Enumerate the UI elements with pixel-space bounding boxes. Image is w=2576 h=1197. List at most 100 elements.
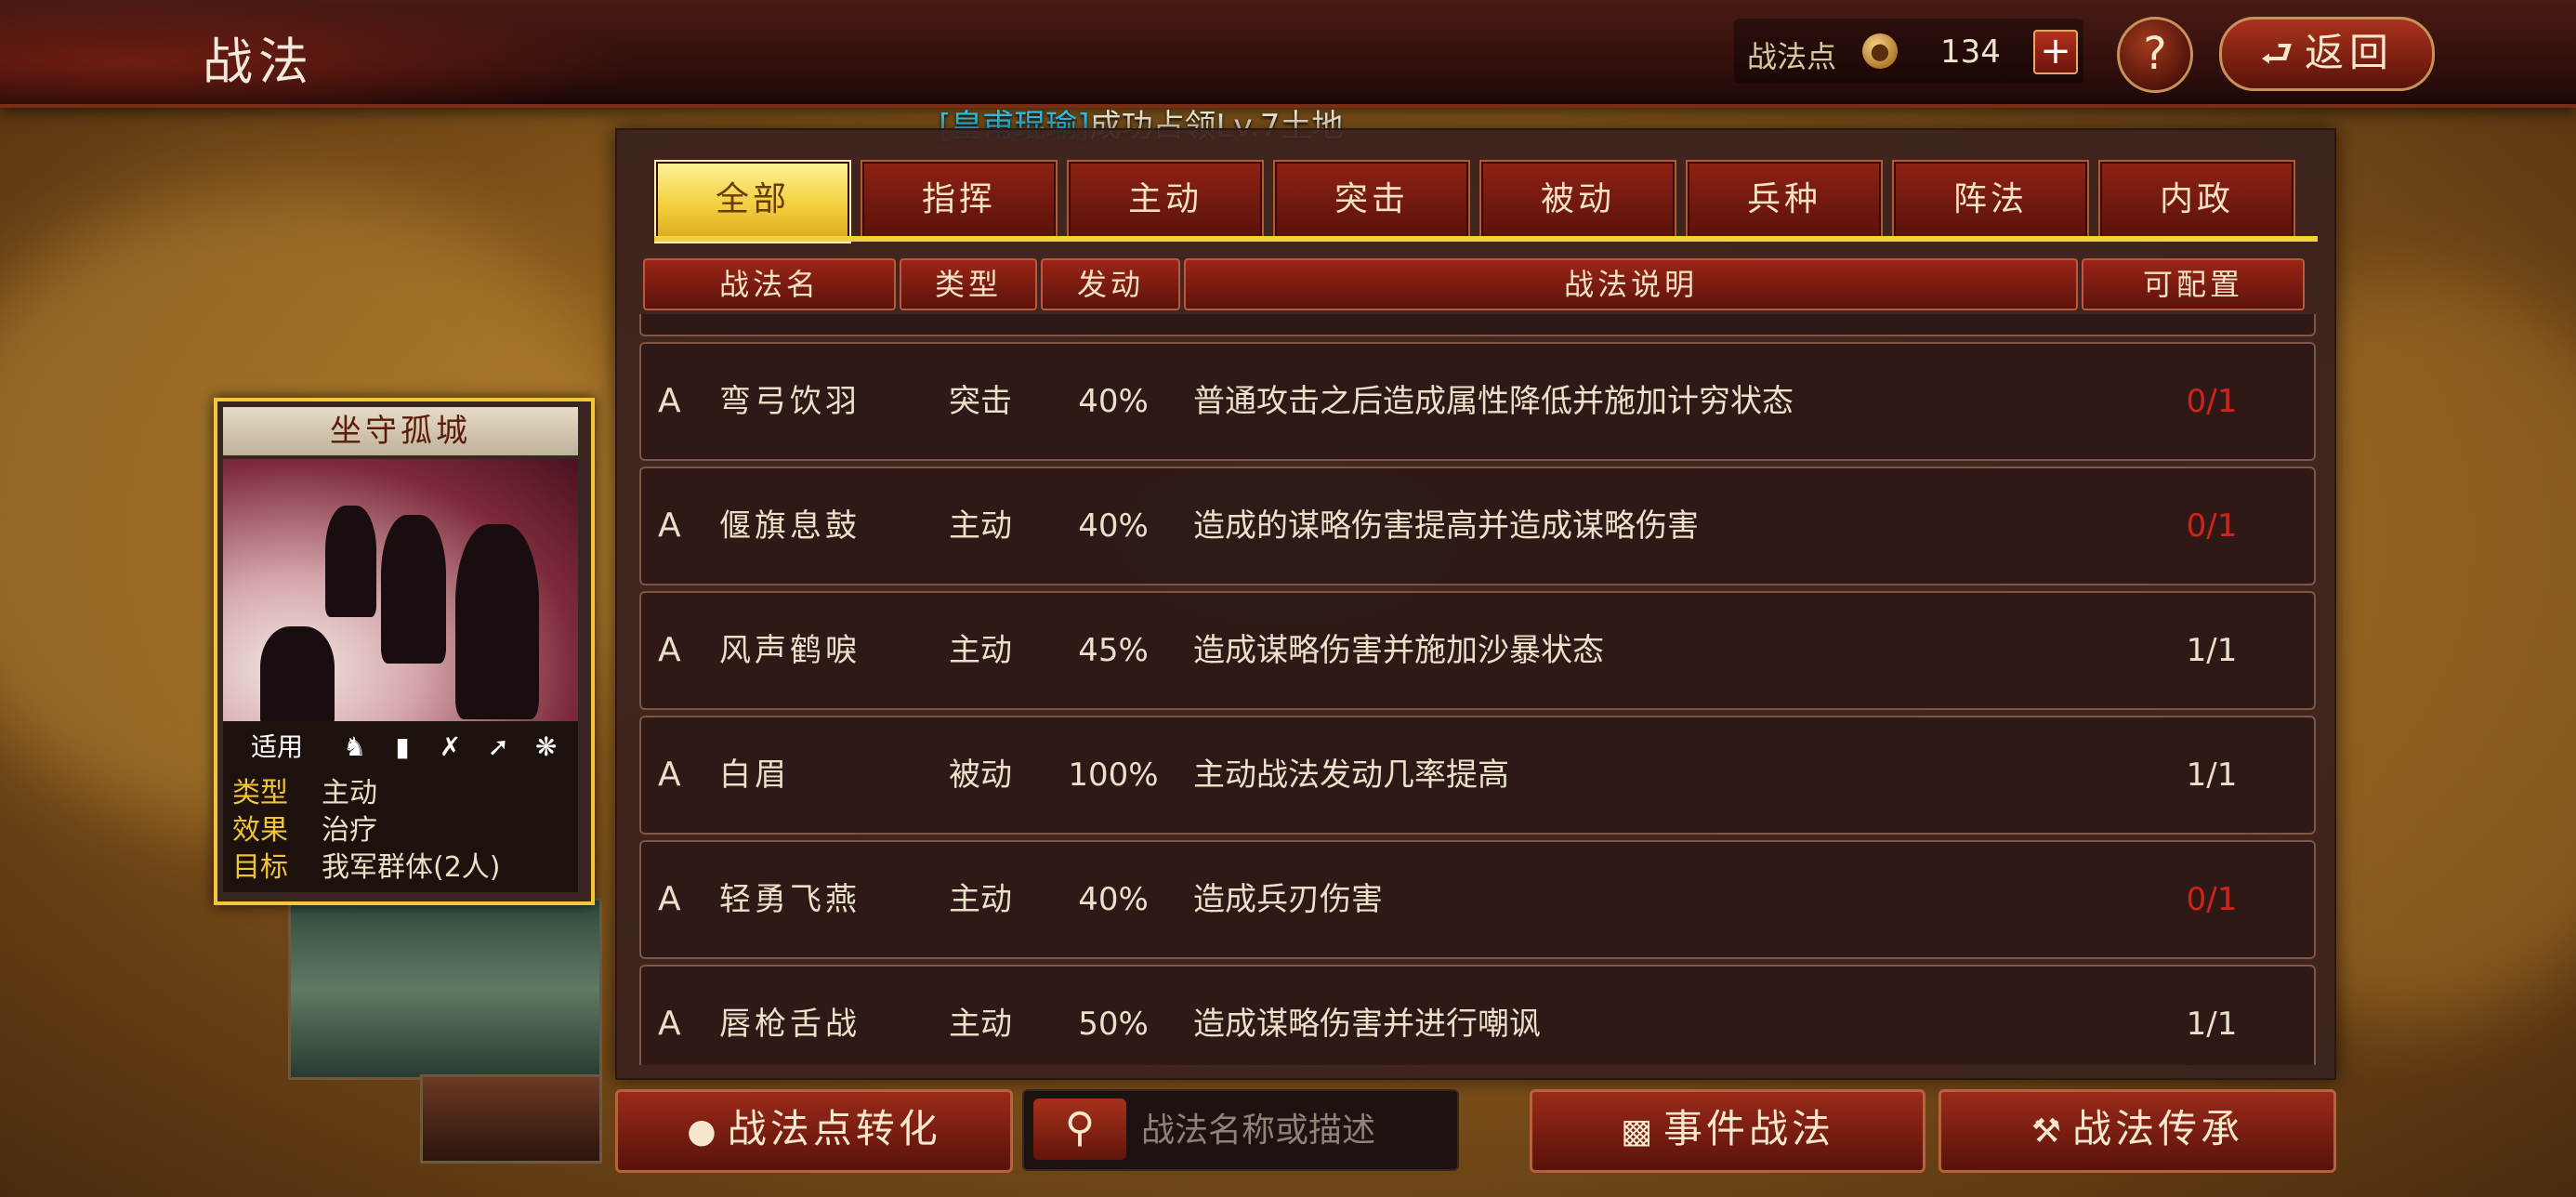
event-tactics-button[interactable]: ▩ 事件战法 (1530, 1089, 1925, 1173)
tactic-grade: A (658, 756, 681, 794)
tab-formation[interactable]: 阵法 (1892, 160, 2089, 240)
tactic-description: 造成的谋略伤害提高并造成谋略伤害 (1193, 507, 1699, 545)
search-input[interactable] (1139, 1098, 1450, 1162)
soldier-silhouette (325, 506, 376, 617)
tactic-description: 造成谋略伤害并施加沙暴状态 (1193, 632, 1604, 669)
target-label: 目标 (232, 851, 288, 884)
tab-domestic[interactable]: 内政 (2098, 160, 2295, 240)
card-target-row: 目标 我军群体(2人) (232, 844, 501, 884)
table-row[interactable]: A 白眉 被动 100% 主动战法发动几率提高 1/1 (639, 716, 2316, 835)
target-value: 我军群体(2人) (322, 851, 501, 884)
convert-points-label: 战法点转化 (727, 1106, 941, 1151)
tactic-rate: 40% (1078, 507, 1149, 545)
tactic-type: 主动 (949, 1006, 1012, 1043)
wheel-icon: ❋ (535, 731, 558, 762)
selected-tactic-card[interactable]: 坐守孤城 适用 ♞ ▮ ✗ ➚ ❋ 类型 主动 效果 治疗 目标 我军群体(2人) (214, 398, 595, 905)
soldier-silhouette (455, 524, 539, 719)
tactic-description: 造成谋略伤害并进行嘲讽 (1193, 1006, 1541, 1043)
tactic-rate: 40% (1078, 383, 1149, 420)
tactic-name: 唇枪舌战 (719, 1006, 861, 1043)
effect-label: 效果 (232, 814, 288, 847)
top-bar: 战法 战法点 ● 134 + ? ⮐ 返回 (0, 0, 2576, 104)
add-points-button[interactable]: + (2033, 30, 2078, 74)
tactic-type: 主动 (949, 632, 1012, 669)
column-header-type[interactable]: 类型 (900, 258, 1037, 310)
effect-value: 治疗 (322, 814, 377, 847)
table-row[interactable]: A 弯弓饮羽 突击 40% 普通攻击之后造成属性降低并施加计穷状态 0/1 (639, 342, 2316, 461)
tactic-name: 偃旗息鼓 (719, 507, 861, 545)
page-title: 战法 (203, 33, 314, 91)
tab-active[interactable]: 主动 (1067, 160, 1264, 240)
card-info: 适用 ♞ ▮ ✗ ➚ ❋ 类型 主动 效果 治疗 目标 我军群体(2人) (223, 721, 578, 892)
event-tactics-label: 事件战法 (1663, 1106, 1835, 1151)
category-tabs: 全部 指挥 主动 突击 被动 兵种 阵法 内政 (654, 160, 2318, 245)
tactic-name: 白眉 (719, 756, 790, 794)
search-box: ⚲ (1022, 1089, 1459, 1171)
card-title: 坐守孤城 (223, 407, 578, 455)
soldier-silhouette (381, 515, 446, 664)
card-type-row: 类型 主动 (232, 770, 377, 809)
search-icon[interactable]: ⚲ (1033, 1098, 1126, 1160)
spear-icon: ➚ (487, 731, 509, 762)
tactic-inherit-button[interactable]: ⚒ 战法传承 (1939, 1089, 2336, 1173)
tactic-points-label: 战法点 (1747, 39, 1837, 74)
tactic-rate: 100% (1068, 756, 1159, 794)
tab-all[interactable]: 全部 (654, 160, 851, 243)
table-row[interactable]: A 唇枪舌战 主动 50% 造成谋略伤害并进行嘲讽 1/1 (639, 965, 2316, 1065)
table-row[interactable] (639, 314, 2316, 336)
column-header-configurable[interactable]: 可配置 (2082, 258, 2305, 310)
top-bar-glow (0, 0, 651, 104)
drop-icon: ● (687, 1112, 720, 1151)
table-row[interactable]: A 风声鹤唳 主动 45% 造成谋略伤害并施加沙暴状态 1/1 (639, 591, 2316, 710)
tactic-name: 弯弓饮羽 (719, 383, 861, 420)
card-artwork (223, 459, 578, 721)
tactic-type: 突击 (949, 383, 1012, 420)
hammer-icon: ⚒ (2031, 1112, 2066, 1151)
tab-troop-type[interactable]: 兵种 (1686, 160, 1883, 240)
tab-command[interactable]: 指挥 (861, 160, 1058, 240)
tactics-panel: 全部 指挥 主动 突击 被动 兵种 阵法 内政 战法名 类型 发动 战法说明 可… (615, 128, 2336, 1080)
tactic-card-stack[interactable] (420, 1074, 602, 1164)
column-header-name[interactable]: 战法名 (643, 258, 896, 310)
tactic-rate: 45% (1078, 632, 1149, 669)
tactic-type: 主动 (949, 881, 1012, 918)
tactic-rate: 50% (1078, 1006, 1149, 1043)
tactic-rate: 40% (1078, 881, 1149, 918)
tactic-inherit-label: 战法传承 (2072, 1106, 2244, 1151)
tactic-name: 风声鹤唳 (719, 632, 861, 669)
cavalry-icon: ♞ (342, 731, 367, 762)
table-row[interactable]: A 偃旗息鼓 主动 40% 造成的谋略伤害提高并造成谋略伤害 0/1 (639, 467, 2316, 585)
soldier-silhouette (260, 626, 335, 721)
tactic-card-stack[interactable] (288, 898, 602, 1080)
tactic-grade: A (658, 506, 681, 545)
shield-icon: ▮ (395, 731, 410, 762)
tactic-description: 主动战法发动几率提高 (1193, 756, 1509, 794)
applicable-label: 适用 (250, 731, 303, 762)
card-effect-row: 效果 治疗 (232, 807, 377, 847)
tactics-list[interactable]: A 弯弓饮羽 突击 40% 普通攻击之后造成属性降低并施加计穷状态 0/1 A … (639, 314, 2320, 1065)
column-header-description: 战法说明 (1184, 258, 2078, 310)
tactic-config-count: 1/1 (2186, 756, 2238, 794)
tactic-config-count: 0/1 (2186, 383, 2238, 420)
tab-passive[interactable]: 被动 (1479, 160, 1676, 240)
tactic-grade: A (658, 880, 681, 918)
tactic-grade: A (658, 382, 681, 420)
convert-points-button[interactable]: ● 战法点转化 (615, 1089, 1013, 1173)
tactic-name: 轻勇飞燕 (719, 881, 861, 918)
tactic-type: 被动 (949, 756, 1012, 794)
tactic-description: 造成兵刃伤害 (1193, 881, 1383, 918)
tab-assault[interactable]: 突击 (1273, 160, 1470, 240)
table-header: 战法名 类型 发动 战法说明 可配置 (643, 258, 2316, 310)
tactic-config-count: 1/1 (2186, 1006, 2238, 1043)
tactic-description: 普通攻击之后造成属性降低并施加计穷状态 (1193, 383, 1794, 420)
type-value: 主动 (322, 777, 377, 809)
bow-icon: ✗ (439, 731, 462, 762)
column-header-rate[interactable]: 发动 (1041, 258, 1180, 310)
event-ticket-icon: ▩ (1620, 1112, 1656, 1151)
tactic-config-count: 0/1 (2186, 881, 2238, 918)
back-button-label: 返回 (2304, 30, 2394, 75)
back-button[interactable]: ⮐ 返回 (2219, 17, 2435, 91)
help-button[interactable]: ? (2117, 17, 2193, 93)
tab-underline (654, 236, 2318, 242)
table-row[interactable]: A 轻勇飞燕 主动 40% 造成兵刃伤害 0/1 (639, 840, 2316, 959)
